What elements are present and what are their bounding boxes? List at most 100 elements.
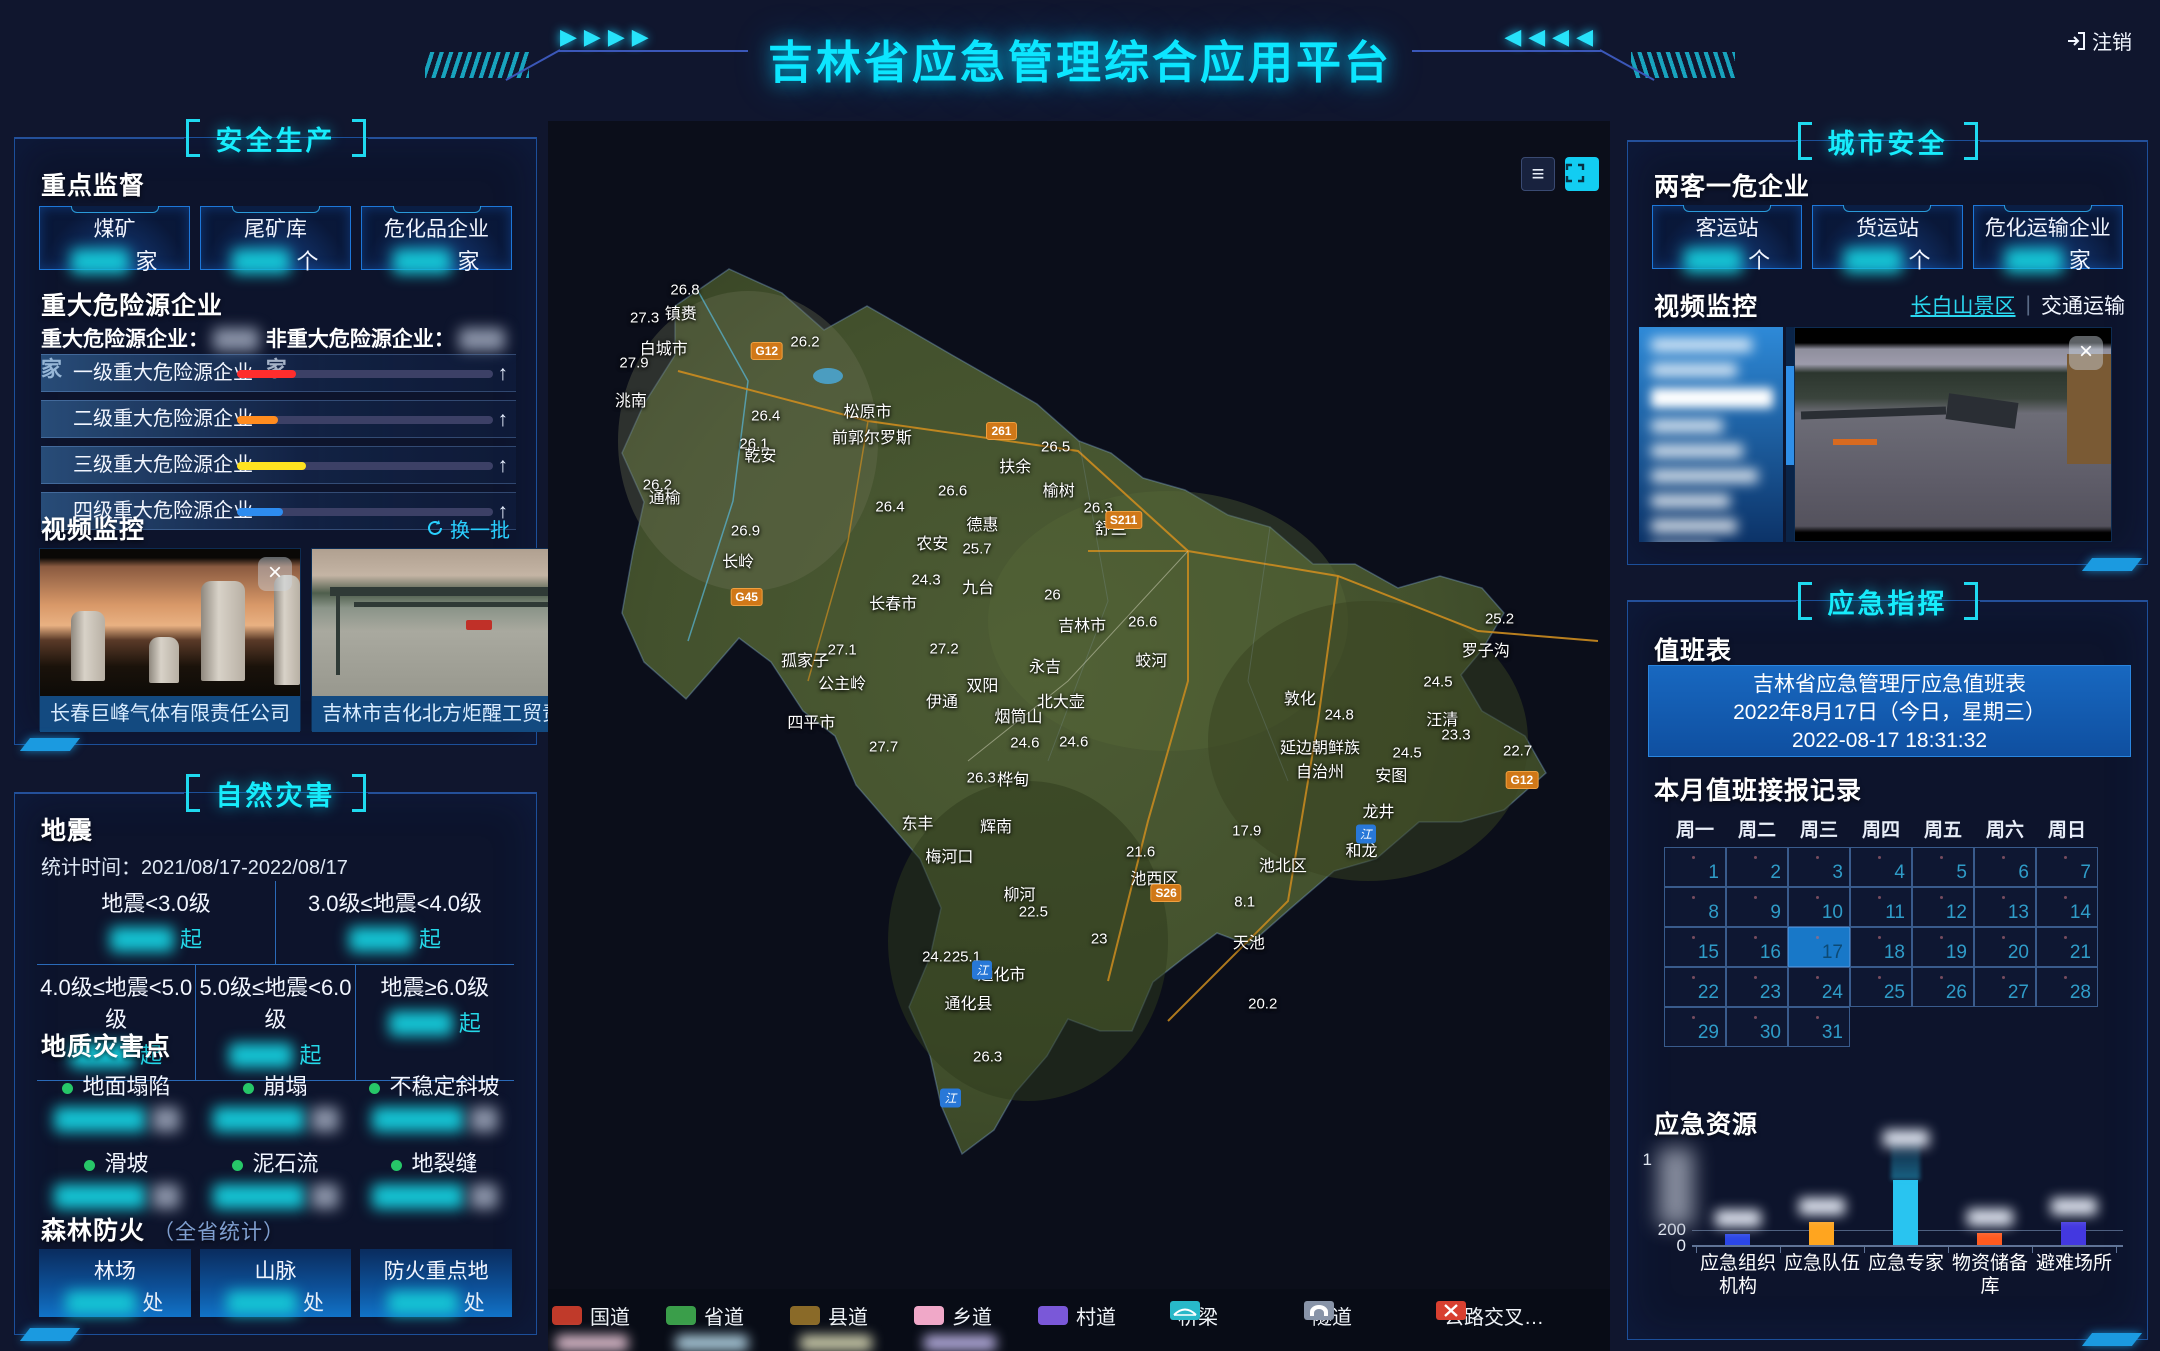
link-changbaishan[interactable]: 长白山景区 xyxy=(1911,290,2016,320)
link-transport[interactable]: 交通运输 xyxy=(2041,290,2125,320)
city-camera-view[interactable]: × xyxy=(1794,327,2112,542)
stat-card[interactable]: 客运站个 xyxy=(1652,205,1802,269)
stat-card-label: 客运站 xyxy=(1653,212,1801,242)
camera-list-item-redacted[interactable] xyxy=(1651,388,1773,408)
camera-list-item-redacted[interactable] xyxy=(1651,519,1737,533)
close-icon[interactable]: × xyxy=(2069,336,2103,370)
stat-card[interactable]: 危化运输企业家 xyxy=(1973,205,2123,269)
camera-list-item-redacted[interactable] xyxy=(1651,469,1758,483)
calendar-day[interactable]: 24 xyxy=(1788,967,1850,1007)
calendar-day[interactable]: 16 xyxy=(1726,927,1788,967)
redacted-value xyxy=(2005,248,2063,273)
stat-card[interactable]: 煤矿家 xyxy=(39,206,190,270)
calendar-day[interactable]: 2 xyxy=(1726,847,1788,887)
calendar-day-dot xyxy=(1878,896,1881,899)
calendar-day-dot xyxy=(1816,856,1819,859)
calendar-day[interactable]: 6 xyxy=(1974,847,2036,887)
panel-corner-decor xyxy=(2082,558,2142,571)
scrollbar-thumb[interactable] xyxy=(1786,366,1794,465)
calendar-day[interactable]: 10 xyxy=(1788,887,1850,927)
legend-item-swatch[interactable]: 省道 xyxy=(666,1301,744,1330)
camera-list[interactable] xyxy=(1639,327,1783,542)
calendar-day[interactable]: 21 xyxy=(2036,927,2098,967)
earthquake-cell: 地震<3.0级起 xyxy=(37,881,276,964)
redacted-unit xyxy=(311,1184,339,1209)
camera-list-item-redacted[interactable] xyxy=(1651,444,1743,458)
forest-stat-card: 防火重点地处 xyxy=(360,1249,512,1317)
calendar-day[interactable]: 7 xyxy=(2036,847,2098,887)
calendar-day[interactable]: 17 xyxy=(1788,927,1850,967)
geo-hazard-grid: 地面塌陷崩塌不稳定斜坡滑坡泥石流地裂缝 xyxy=(37,1069,514,1209)
map-fullscreen-button[interactable] xyxy=(1565,157,1599,191)
calendar-day[interactable]: 15 xyxy=(1664,927,1726,967)
calendar-day[interactable]: 23 xyxy=(1726,967,1788,1007)
stat-card[interactable]: 危化品企业家 xyxy=(361,206,512,270)
stat-card[interactable]: 货运站个 xyxy=(1812,205,1962,269)
camera-list-item-redacted[interactable] xyxy=(1651,419,1723,433)
legend-item-swatch[interactable]: 乡道 xyxy=(914,1301,992,1330)
geo-hazard-item: 崩塌 xyxy=(196,1069,355,1132)
calendar-day-dot xyxy=(1692,896,1695,899)
calendar-day[interactable]: 20 xyxy=(1974,927,2036,967)
map-temperature-label: 25.7 xyxy=(962,541,991,558)
calendar-day[interactable]: 8 xyxy=(1664,887,1726,927)
calendar-day-dot xyxy=(2064,936,2067,939)
calendar-day[interactable]: 18 xyxy=(1850,927,1912,967)
map-layers-button[interactable]: ≡ xyxy=(1521,157,1555,191)
stat-card[interactable]: 尾矿库个 xyxy=(200,206,351,270)
close-icon[interactable]: × xyxy=(258,557,292,591)
map-city-label: 梅河口 xyxy=(925,843,973,867)
green-dot-icon xyxy=(243,1083,254,1094)
camera-list-item-redacted[interactable] xyxy=(1651,494,1730,508)
calendar-day[interactable]: 13 xyxy=(1974,887,2036,927)
camera-list-scrollbar[interactable] xyxy=(1786,327,1794,542)
calendar-weekday: 周日 xyxy=(2036,815,2098,842)
refresh-batch-button[interactable]: 换一批 xyxy=(426,514,510,543)
calendar-day[interactable]: 27 xyxy=(1974,967,2036,1007)
redacted-bar-value xyxy=(2051,1198,2097,1215)
calendar-day[interactable]: 12 xyxy=(1912,887,1974,927)
calendar-day[interactable]: 9 xyxy=(1726,887,1788,927)
calendar-day[interactable]: 29 xyxy=(1664,1007,1726,1047)
map-city-label: 吉林市 xyxy=(1058,612,1106,636)
legend-item-crossing[interactable]: 公路交叉… xyxy=(1436,1301,1544,1330)
calendar-day-number: 10 xyxy=(1822,902,1843,924)
calendar-day[interactable]: 30 xyxy=(1726,1007,1788,1047)
calendar-day-number: 2 xyxy=(1770,862,1781,884)
logout-button[interactable]: 注销 xyxy=(2066,26,2132,55)
calendar-day[interactable]: 31 xyxy=(1788,1007,1850,1047)
calendar-day[interactable]: 1 xyxy=(1664,847,1726,887)
legend-item-swatch[interactable]: 国道 xyxy=(552,1301,630,1330)
chart-x-tick xyxy=(1780,1245,1781,1253)
legend-item-swatch[interactable]: 县道 xyxy=(790,1301,868,1330)
calendar-day[interactable]: 19 xyxy=(1912,927,1974,967)
camera-thumbnail[interactable]: × 长春巨峰气体有限责任公司 xyxy=(39,548,301,731)
province-map[interactable]: 26.827.327.926.226.426.126.226.526.626.4… xyxy=(548,121,1610,1351)
calendar-day[interactable]: 5 xyxy=(1912,847,1974,887)
calendar-day[interactable]: 28 xyxy=(2036,967,2098,1007)
legend-item-swatch[interactable]: 村道 xyxy=(1038,1301,1116,1330)
map-temperature-label: 23 xyxy=(1091,930,1108,947)
earthquake-cell-label: 地震≥6.0级 xyxy=(356,970,514,1002)
duty-roster-line: 2022年8月17日（今日，星期三） xyxy=(1649,699,2130,727)
calendar-day[interactable]: 4 xyxy=(1850,847,1912,887)
legend-item-tunnel[interactable]: 隧道 xyxy=(1304,1301,1352,1330)
camera-list-item-redacted[interactable] xyxy=(1651,363,1737,377)
earthquake-cell-label: 地震<3.0级 xyxy=(37,886,275,918)
calendar-day[interactable]: 22 xyxy=(1664,967,1726,1007)
calendar-day[interactable]: 25 xyxy=(1850,967,1912,1007)
calendar-day[interactable]: 14 xyxy=(2036,887,2098,927)
heading-duty-records: 本月值班接报记录 xyxy=(1654,771,1862,807)
hazard-row: 二级重大危险源企业↑ xyxy=(41,400,516,438)
calendar-day-number: 26 xyxy=(1946,982,1967,1004)
green-dot-icon xyxy=(232,1160,243,1171)
chart-bar xyxy=(1977,1233,2002,1245)
map-temperature-label: 24.2 xyxy=(922,949,951,966)
calendar-day[interactable]: 3 xyxy=(1788,847,1850,887)
camera-list-item-redacted[interactable] xyxy=(1651,338,1752,352)
legend-item-bridge[interactable]: 桥梁 xyxy=(1170,1301,1218,1330)
panel-corner-decor xyxy=(20,738,80,751)
calendar-day[interactable]: 26 xyxy=(1912,967,1974,1007)
calendar-day[interactable]: 11 xyxy=(1850,887,1912,927)
panel-safety-title: 安全生产 xyxy=(15,116,536,160)
